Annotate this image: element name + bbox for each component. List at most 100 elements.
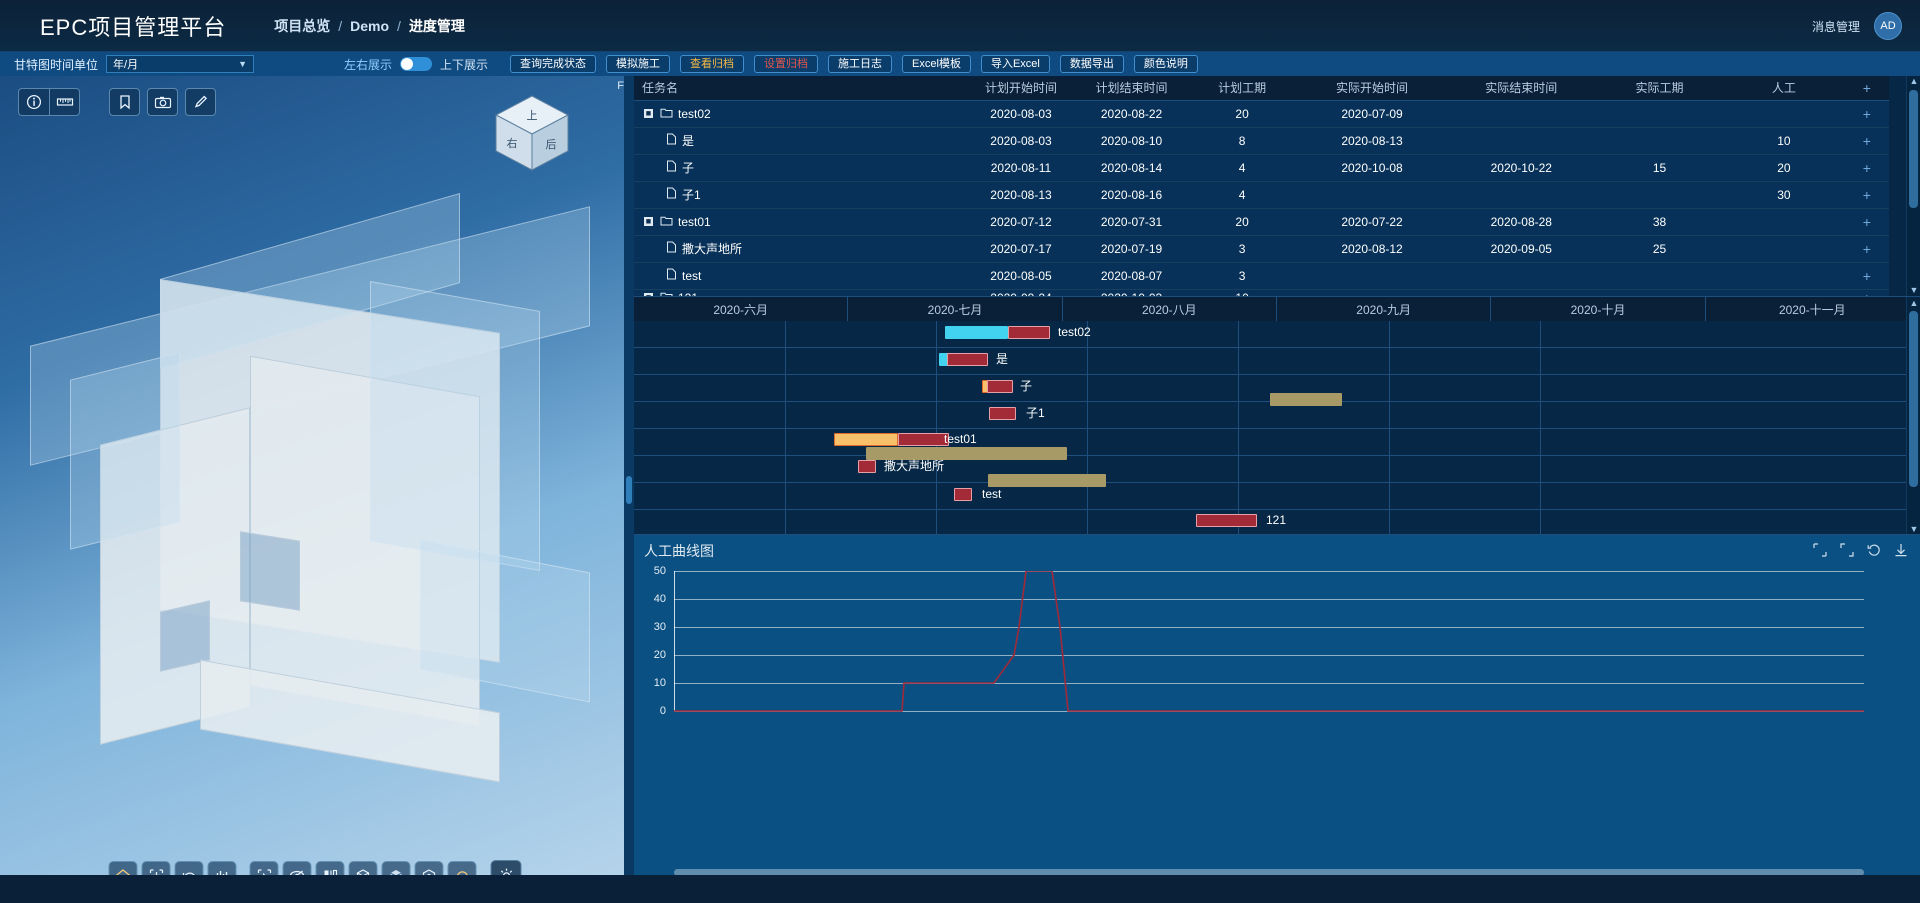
btn-excel-template[interactable]: Excel模板 xyxy=(902,55,971,73)
collapse-toggle-icon[interactable]: ■ xyxy=(644,217,653,226)
plan-duration-cell: 20 xyxy=(1186,208,1298,236)
gantt-scrollbar[interactable]: ▲ ▼ xyxy=(1906,297,1920,535)
gantt-bar-actual[interactable] xyxy=(1196,514,1257,527)
col-labor[interactable]: 人工 xyxy=(1723,76,1845,101)
gantt-bar-actual[interactable] xyxy=(898,433,949,446)
gantt-row[interactable]: 是 xyxy=(634,348,1920,375)
task-table-wrapper: 任务名 计划开始时间 计划结束时间 计划工期 实际开始时间 实际结束时间 实际工… xyxy=(634,76,1920,307)
message-manage-link[interactable]: 消息管理 xyxy=(1812,18,1860,35)
scroll-up-icon[interactable]: ▲ xyxy=(1909,298,1919,309)
btn-color-legend[interactable]: 颜色说明 xyxy=(1133,55,1198,73)
gantt-bar-actual[interactable] xyxy=(989,407,1016,420)
col-actual-start[interactable]: 实际开始时间 xyxy=(1297,76,1447,101)
file-icon xyxy=(666,241,677,256)
gantt-row[interactable]: test02 xyxy=(634,321,1920,348)
task-name-text: test xyxy=(682,268,702,283)
bookmark-icon[interactable] xyxy=(109,88,140,116)
gantt-bar-actual[interactable] xyxy=(947,353,988,366)
gantt-row[interactable]: 121 xyxy=(634,510,1920,535)
col-add[interactable]: + xyxy=(1844,76,1889,101)
breadcrumb-item-2[interactable]: 进度管理 xyxy=(409,16,465,36)
row-add-button[interactable]: + xyxy=(1844,100,1889,128)
row-add-button[interactable]: + xyxy=(1844,262,1889,290)
row-add-button[interactable]: + xyxy=(1844,208,1889,236)
gantt-bar-actual[interactable] xyxy=(1008,326,1050,339)
gantt-bar-actual[interactable] xyxy=(858,460,876,473)
table-row[interactable]: ■ test01 2020-07-12 2020-07-31 20 2020-0… xyxy=(634,208,1889,236)
btn-construction-log[interactable]: 施工日志 xyxy=(828,55,893,73)
col-task-name[interactable]: 任务名 xyxy=(634,76,966,101)
btn-simulate-construction[interactable]: 模拟施工 xyxy=(606,55,671,73)
btn-query-status[interactable]: 查询完成状态 xyxy=(510,55,597,73)
gantt-bar-label: 是 xyxy=(996,352,1009,366)
refresh-icon[interactable] xyxy=(1867,543,1881,560)
gantt-row[interactable]: test xyxy=(634,483,1920,510)
y-tick-label: 40 xyxy=(653,593,666,605)
collapse-toggle-icon[interactable]: ■ xyxy=(644,109,653,118)
scrollbar-thumb[interactable] xyxy=(1909,90,1918,208)
col-plan-duration[interactable]: 计划工期 xyxy=(1186,76,1298,101)
file-icon xyxy=(666,187,677,202)
layout-top-bottom-label[interactable]: 上下展示 xyxy=(440,56,488,73)
gantt-row[interactable]: 撒大声地所 xyxy=(634,456,1920,487)
task-name-text: 撒大声地所 xyxy=(682,242,743,256)
breadcrumb-item-1[interactable]: Demo xyxy=(350,18,389,34)
gantt-row[interactable]: 子 xyxy=(634,375,1920,406)
btn-view-archive[interactable]: 查看归档 xyxy=(680,55,745,73)
task-name-cell: test xyxy=(642,268,966,283)
table-row[interactable]: ■ test02 2020-08-03 2020-08-22 20 2020-0… xyxy=(634,100,1889,128)
download-icon[interactable] xyxy=(1894,543,1908,560)
actual-duration-cell: 38 xyxy=(1595,208,1724,236)
panel-splitter[interactable] xyxy=(624,76,634,903)
model-viewport[interactable]: 上 右 后 L F xyxy=(0,76,630,903)
plus-icon: + xyxy=(1862,159,1871,176)
gantt-bar-actual[interactable] xyxy=(954,488,972,501)
task-name-text: 是 xyxy=(682,134,695,148)
table-row[interactable]: 是 2020-08-03 2020-08-10 8 2020-08-13 10 … xyxy=(634,127,1889,155)
task-table-scrollbar[interactable]: ▲ ▼ xyxy=(1906,76,1920,296)
splitter-grip[interactable] xyxy=(626,475,632,504)
avatar[interactable]: AD xyxy=(1874,12,1902,40)
table-row[interactable]: test 2020-08-05 2020-08-07 3 + xyxy=(634,262,1889,290)
plan-end-cell: 2020-08-14 xyxy=(1076,154,1187,182)
table-row[interactable]: 撒大声地所 2020-07-17 2020-07-19 3 2020-08-12… xyxy=(634,235,1889,263)
row-add-button[interactable]: + xyxy=(1844,127,1889,155)
row-add-button[interactable]: + xyxy=(1844,181,1889,209)
col-actual-end[interactable]: 实际结束时间 xyxy=(1446,76,1596,101)
btn-set-archive[interactable]: 设置归档 xyxy=(754,55,819,73)
layout-left-right-label[interactable]: 左右展示 xyxy=(344,56,392,73)
table-row[interactable]: 子1 2020-08-13 2020-08-16 4 30 + xyxy=(634,181,1889,209)
gantt-bar-plan[interactable] xyxy=(834,433,898,446)
ruler-icon[interactable] xyxy=(49,88,80,116)
breadcrumb-item-0[interactable]: 项目总览 xyxy=(274,16,330,36)
col-plan-start[interactable]: 计划开始时间 xyxy=(965,76,1077,101)
col-actual-duration[interactable]: 实际工期 xyxy=(1595,76,1724,101)
y-tick-label: 30 xyxy=(653,621,666,633)
row-add-button[interactable]: + xyxy=(1844,154,1889,182)
gantt-row[interactable]: test01 xyxy=(634,429,1920,460)
plan-duration-cell: 4 xyxy=(1186,154,1298,182)
scrollbar-thumb[interactable] xyxy=(1909,311,1918,487)
restore-icon[interactable] xyxy=(1840,543,1854,560)
pencil-icon[interactable] xyxy=(185,88,216,116)
gantt-month: 2020-九月 xyxy=(1277,297,1492,321)
scroll-down-icon[interactable]: ▼ xyxy=(1909,285,1919,296)
scroll-up-icon[interactable]: ▲ xyxy=(1909,76,1919,87)
layout-toggle[interactable] xyxy=(400,57,433,71)
gantt-body[interactable]: test02 是 子 子1 test01 撒大声地所 test 121 xyxy=(634,321,1920,535)
gantt-row[interactable]: 子1 xyxy=(634,402,1920,429)
btn-export-data[interactable]: 数据导出 xyxy=(1059,55,1124,73)
gantt-bar-plan[interactable] xyxy=(945,326,1008,339)
table-row[interactable]: 子 2020-08-11 2020-08-14 4 2020-10-08 202… xyxy=(634,154,1889,182)
info-icon[interactable] xyxy=(18,88,49,116)
chart-plot-area[interactable]: 50 40 30 20 10 0 2020-07-12 2020-07-18 2… xyxy=(634,563,1920,903)
row-add-button[interactable]: + xyxy=(1844,235,1889,263)
col-plan-end[interactable]: 计划结束时间 xyxy=(1076,76,1187,101)
time-unit-select[interactable]: 年/月 ▼ xyxy=(106,55,255,73)
gantt-bar-actual[interactable] xyxy=(987,380,1013,393)
btn-import-excel[interactable]: 导入Excel xyxy=(980,55,1050,73)
crop-icon[interactable] xyxy=(1813,543,1827,560)
view-cube[interactable]: 上 右 后 xyxy=(489,90,575,176)
camera-icon[interactable] xyxy=(147,88,178,116)
svg-text:右: 右 xyxy=(507,136,518,150)
